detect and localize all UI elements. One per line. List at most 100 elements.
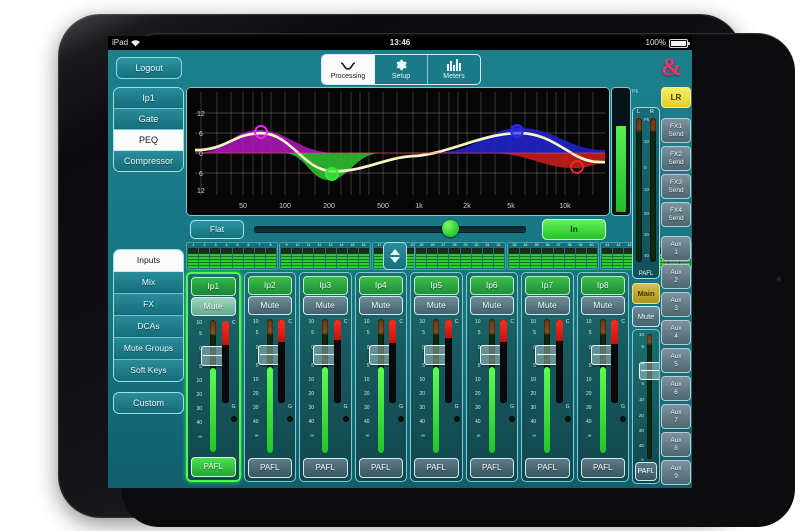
- bank-item-soft-keys[interactable]: Soft Keys: [114, 360, 183, 381]
- scale-tick: 10: [253, 319, 259, 325]
- channel-dynamics: C G: [608, 317, 626, 455]
- channel-mute-button[interactable]: Mute: [525, 296, 570, 315]
- channel-fader-area: 10 5 0 5 10 20 30 40 ∞: [245, 317, 296, 455]
- mix-aux-7-button[interactable]: Aux 7: [661, 404, 691, 429]
- channel-strip-ip2[interactable]: Ip2 Mute 10 5 0 5 10 20 30 40 ∞: [244, 272, 297, 482]
- camera-icon: [776, 276, 782, 282]
- mix-aux-2-button[interactable]: Aux 2: [661, 264, 691, 289]
- channel-name-button[interactable]: Ip3: [303, 276, 348, 295]
- channel-strip-ip5[interactable]: Ip5 Mute 10 5 0 5 10 20 30 40 ∞: [410, 272, 463, 482]
- scale-tick: 10: [364, 377, 370, 383]
- peq-graph[interactable]: 126 0612 50100 200500 1k2k 5k10k: [186, 87, 610, 216]
- proc-item-compressor[interactable]: Compressor: [114, 151, 183, 171]
- mix-aux-6-button[interactable]: Aux 6: [661, 376, 691, 401]
- eq-in-button[interactable]: In: [542, 219, 606, 240]
- processing-sidebar: Ip1 Gate PEQ Compressor: [113, 87, 184, 172]
- channel-strip-ip8[interactable]: Ip8 Mute 10 5 0 5 10 20 30 40 ∞: [577, 272, 630, 482]
- scale-tick: 20: [530, 391, 536, 397]
- meter-group-33-40[interactable]: 33 34 35 36 37 38 39 40: [507, 242, 599, 270]
- chevron-up-icon[interactable]: [390, 249, 400, 255]
- main-mute-button[interactable]: Mute: [632, 306, 660, 327]
- channel-name-button[interactable]: Ip6: [470, 276, 515, 295]
- mix-fx3-send-button[interactable]: FX3 Send: [661, 174, 691, 199]
- compressor-label: C: [455, 319, 459, 325]
- channel-pafl-button[interactable]: PAFL: [470, 458, 515, 478]
- proc-item-channel[interactable]: Ip1: [114, 88, 183, 109]
- main-fader-track[interactable]: [647, 334, 652, 459]
- channel-name-button[interactable]: Ip5: [414, 276, 459, 295]
- channel-mute-button[interactable]: Mute: [191, 297, 236, 316]
- channel-strip-ip4[interactable]: Ip4 Mute 10 5 0 5 10 20 30 40 ∞: [355, 272, 408, 482]
- channel-strip-ip7[interactable]: Ip7 Mute 10 5 0 5 10 20 30 40 ∞: [521, 272, 574, 482]
- channel-name-button[interactable]: Ip7: [525, 276, 570, 295]
- bank-item-fx[interactable]: FX: [114, 294, 183, 316]
- mix-fx4-send-button[interactable]: FX4 Send: [661, 202, 691, 227]
- channel-pafl-button[interactable]: PAFL: [303, 458, 348, 478]
- mix-aux-1-button[interactable]: Aux 1: [661, 236, 691, 261]
- channel-mute-button[interactable]: Mute: [248, 296, 293, 315]
- channel-mute-button[interactable]: Mute: [581, 296, 626, 315]
- channel-strip-ip1[interactable]: Ip1 Mute 10 5 0 5 10 20 30 40 ∞: [186, 272, 241, 482]
- meter-group-1-8[interactable]: 1 2 3 4 5 6 7 8: [186, 242, 278, 270]
- channel-pafl-button[interactable]: PAFL: [248, 458, 293, 478]
- channel-mute-button[interactable]: Mute: [470, 296, 515, 315]
- tab-processing[interactable]: Processing: [322, 55, 375, 84]
- scale-tick: 5: [367, 330, 370, 336]
- logout-button[interactable]: Logout: [116, 57, 182, 79]
- battery-full-icon: [669, 39, 688, 48]
- mix-aux-3-button[interactable]: Aux 3: [661, 292, 691, 317]
- channel-name-button[interactable]: Ip4: [359, 276, 404, 295]
- channel-strip-ip3[interactable]: Ip3 Mute 10 5 0 5 10 20 30 40 ∞: [299, 272, 352, 482]
- channel-name-button[interactable]: Ip2: [248, 276, 293, 295]
- scale-tick: 5: [256, 330, 259, 336]
- tab-setup[interactable]: Setup: [375, 55, 428, 84]
- meter-bank-scroll[interactable]: [383, 242, 407, 270]
- chevron-down-icon[interactable]: [390, 257, 400, 263]
- bank-item-inputs[interactable]: Inputs: [114, 250, 183, 272]
- scale-tick: 40: [639, 443, 644, 448]
- lr-pafl-label[interactable]: PAFL: [633, 271, 659, 277]
- tab-meters[interactable]: Meters: [428, 55, 480, 84]
- channel-pafl-button[interactable]: PAFL: [359, 458, 404, 478]
- channel-mute-button[interactable]: Mute: [414, 296, 459, 315]
- channel-pafl-button[interactable]: PAFL: [581, 458, 626, 478]
- channel-mute-button[interactable]: Mute: [359, 296, 404, 315]
- svg-text:12: 12: [197, 188, 205, 195]
- proc-item-gate[interactable]: Gate: [114, 109, 183, 130]
- mix-lr-button[interactable]: LR: [661, 87, 691, 108]
- channel-fader-area: 10 5 0 5 10 20 30 40 ∞: [188, 318, 239, 454]
- main-fader-handle[interactable]: [639, 362, 660, 380]
- custom-bank-button[interactable]: Custom: [113, 392, 184, 414]
- main-fader-strip[interactable]: 10 5 0 5 10 20 30 40 ∞ PAFL: [632, 329, 660, 484]
- channel-name-button[interactable]: Ip8: [581, 276, 626, 295]
- meter-group-33-40-bars: [509, 248, 597, 268]
- mix-fx2-send-button[interactable]: FX2 Send: [661, 146, 691, 171]
- eq-gain-slider-knob[interactable]: [442, 220, 459, 237]
- scale-tick: 20: [364, 391, 370, 397]
- mix-fx1-send-button[interactable]: FX1 Send: [661, 118, 691, 143]
- bank-item-mix[interactable]: Mix: [114, 272, 183, 294]
- mix-aux-5-button[interactable]: Aux 5: [661, 348, 691, 373]
- bank-item-dcas[interactable]: DCAs: [114, 316, 183, 338]
- meter-group-9-16[interactable]: 9 10 11 12 13 14 15 16: [279, 242, 371, 270]
- mix-aux-4-button[interactable]: Aux 4: [661, 320, 691, 345]
- fader-scale: 10 5 0 5 10 20 30 40 ∞: [358, 319, 370, 453]
- channel-strip-ip6[interactable]: Ip6 Mute 10 5 0 5 10 20 30 40 ∞: [466, 272, 519, 482]
- lr-output-meter: L R Pk 10 0 10 20 30 40 PAFL: [632, 107, 660, 279]
- channel-mute-button[interactable]: Mute: [303, 296, 348, 315]
- meter-group-25-32[interactable]: 25 26 27 28 29 30 31 32: [414, 242, 506, 270]
- proc-item-peq[interactable]: PEQ: [114, 130, 183, 151]
- eq-gain-slider-track[interactable]: [254, 226, 526, 233]
- mix-aux-9-button[interactable]: Aux 9: [661, 460, 691, 485]
- eq-flat-button[interactable]: Flat: [190, 220, 244, 239]
- channel-pafl-button[interactable]: PAFL: [525, 458, 570, 478]
- mix-aux-8-button[interactable]: Aux 8: [661, 432, 691, 457]
- main-pafl-button[interactable]: PAFL: [635, 462, 657, 481]
- bank-item-mute-groups[interactable]: Mute Groups: [114, 338, 183, 360]
- channel-pafl-button[interactable]: PAFL: [414, 458, 459, 478]
- channel-pafl-button[interactable]: PAFL: [191, 457, 236, 477]
- channel-fader-area: 10 5 0 5 10 20 30 40 ∞: [411, 317, 462, 455]
- main-select-button[interactable]: Main: [632, 283, 660, 304]
- channel-name-button[interactable]: Ip1: [191, 277, 236, 296]
- meter-group-25-32-bars: [416, 248, 504, 268]
